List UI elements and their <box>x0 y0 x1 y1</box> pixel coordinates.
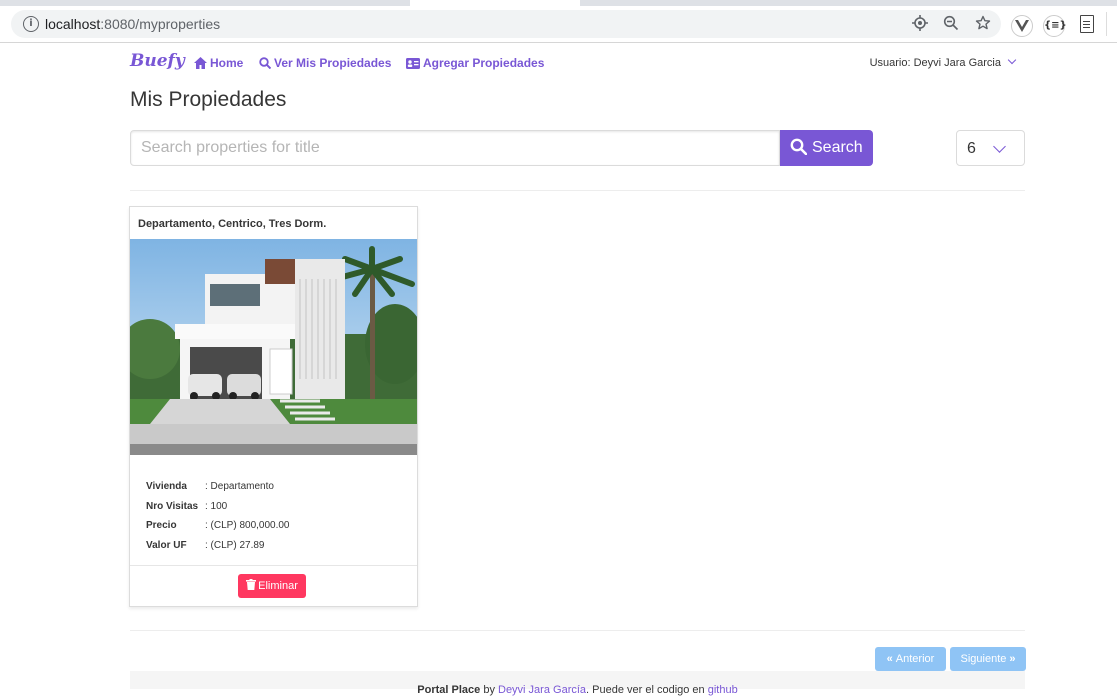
brand-logo[interactable]: Buefy <box>130 50 185 72</box>
nav-add-property-label: Agregar Propiedades <box>423 56 545 70</box>
search-icon <box>790 138 808 156</box>
footer-text: Portal Place by Deyvi Jara García. Puede… <box>130 683 1025 697</box>
next-page-button[interactable]: Siguiente» <box>950 647 1026 671</box>
per-page-value: 6 <box>967 140 976 157</box>
property-card: Departamento, Centrico, Tres Dorm. Vivie… <box>129 206 418 607</box>
nav-home-label: Home <box>210 56 244 70</box>
detail-label: Nro Visitas <box>146 500 199 512</box>
nav-add-property[interactable]: Agregar Propiedades <box>406 55 544 71</box>
page-footer: Portal Place by Deyvi Jara García. Puede… <box>130 671 1025 696</box>
search-button-label: Search <box>812 139 863 156</box>
location-icon[interactable] <box>911 15 929 33</box>
detail-label: Vivienda <box>146 481 187 492</box>
divider <box>130 630 1025 631</box>
document-extension-icon[interactable] <box>1080 15 1094 33</box>
delete-button[interactable]: Eliminar <box>238 574 306 598</box>
next-page-label: Siguiente <box>960 653 1007 665</box>
url-host: localhost <box>45 16 101 32</box>
json-viewer-icon[interactable]: {≡} <box>1043 15 1067 37</box>
nav-my-properties-label: Ver Mis Propiedades <box>274 56 392 70</box>
detail-value: : Departamento <box>205 481 274 492</box>
url-text[interactable]: localhost:8080/myproperties <box>45 15 220 33</box>
browser-menu-edge <box>1106 12 1117 36</box>
previous-page-label: Anterior <box>895 653 935 665</box>
chevron-down-icon <box>1007 55 1017 65</box>
detail-value: : (CLP) 800,000.00 <box>205 520 290 531</box>
property-image <box>130 239 417 455</box>
detail-row: Precio : (CLP) 800,000.00 <box>146 516 290 536</box>
footer-github-link[interactable]: github <box>708 684 738 696</box>
double-chevron-left-icon: « <box>886 653 893 665</box>
vue-devtools-icon[interactable] <box>1011 15 1033 37</box>
detail-row: Valor UF : (CLP) 27.89 <box>146 536 290 556</box>
previous-page-button[interactable]: «Anterior <box>875 647 946 671</box>
divider <box>130 190 1025 191</box>
property-details: Vivienda: Departamento Nro Visitas: 100 … <box>146 477 290 555</box>
zoom-out-icon[interactable] <box>942 15 960 33</box>
site-info-icon[interactable]: i <box>23 16 39 32</box>
per-page-select[interactable]: 6 <box>956 130 1025 166</box>
id-card-icon <box>406 58 420 69</box>
address-bar[interactable]: i localhost:8080/myproperties <box>11 10 1001 38</box>
detail-label: Valor UF <box>146 539 187 551</box>
bookmark-star-icon[interactable] <box>974 15 992 33</box>
nav-my-properties[interactable]: Ver Mis Propiedades <box>259 55 391 71</box>
search-icon <box>259 57 272 70</box>
home-icon <box>194 57 207 69</box>
detail-row: Nro Visitas : 100 <box>146 497 290 517</box>
nav-home[interactable]: Home <box>194 55 243 71</box>
footer-author-link[interactable]: Deyvi Jara García <box>498 684 586 696</box>
user-menu[interactable]: Usuario: Deyvi Jara Garcia <box>869 55 1017 71</box>
chevron-down-icon <box>993 140 1006 153</box>
detail-value: : 100 <box>205 500 228 512</box>
search-input[interactable] <box>130 130 780 166</box>
url-path: :8080/myproperties <box>100 16 221 32</box>
search-button[interactable]: Search <box>780 130 873 166</box>
detail-label: Precio <box>146 520 177 531</box>
delete-button-label: Eliminar <box>258 580 298 592</box>
app-navbar: Buefy Home Ver Mis Propiedades Agregar P… <box>130 48 1025 78</box>
footer-brand: Portal Place <box>417 684 481 696</box>
browser-toolbar: i localhost:8080/myproperties {≡} <box>0 6 1117 43</box>
footer-by: by <box>480 684 498 696</box>
page-title: Mis Propiedades <box>130 88 287 111</box>
footer-note: . Puede ver el codigo en <box>586 684 708 696</box>
detail-value: : (CLP) 27.89 <box>205 539 265 551</box>
user-name: Usuario: Deyvi Jara Garcia <box>869 57 1001 69</box>
detail-row: Vivienda : Departamento <box>146 477 290 497</box>
double-chevron-right-icon: » <box>1009 653 1016 665</box>
property-title: Departamento, Centrico, Tres Dorm. <box>138 218 327 230</box>
card-footer-divider <box>130 565 417 566</box>
trash-icon <box>246 579 257 590</box>
